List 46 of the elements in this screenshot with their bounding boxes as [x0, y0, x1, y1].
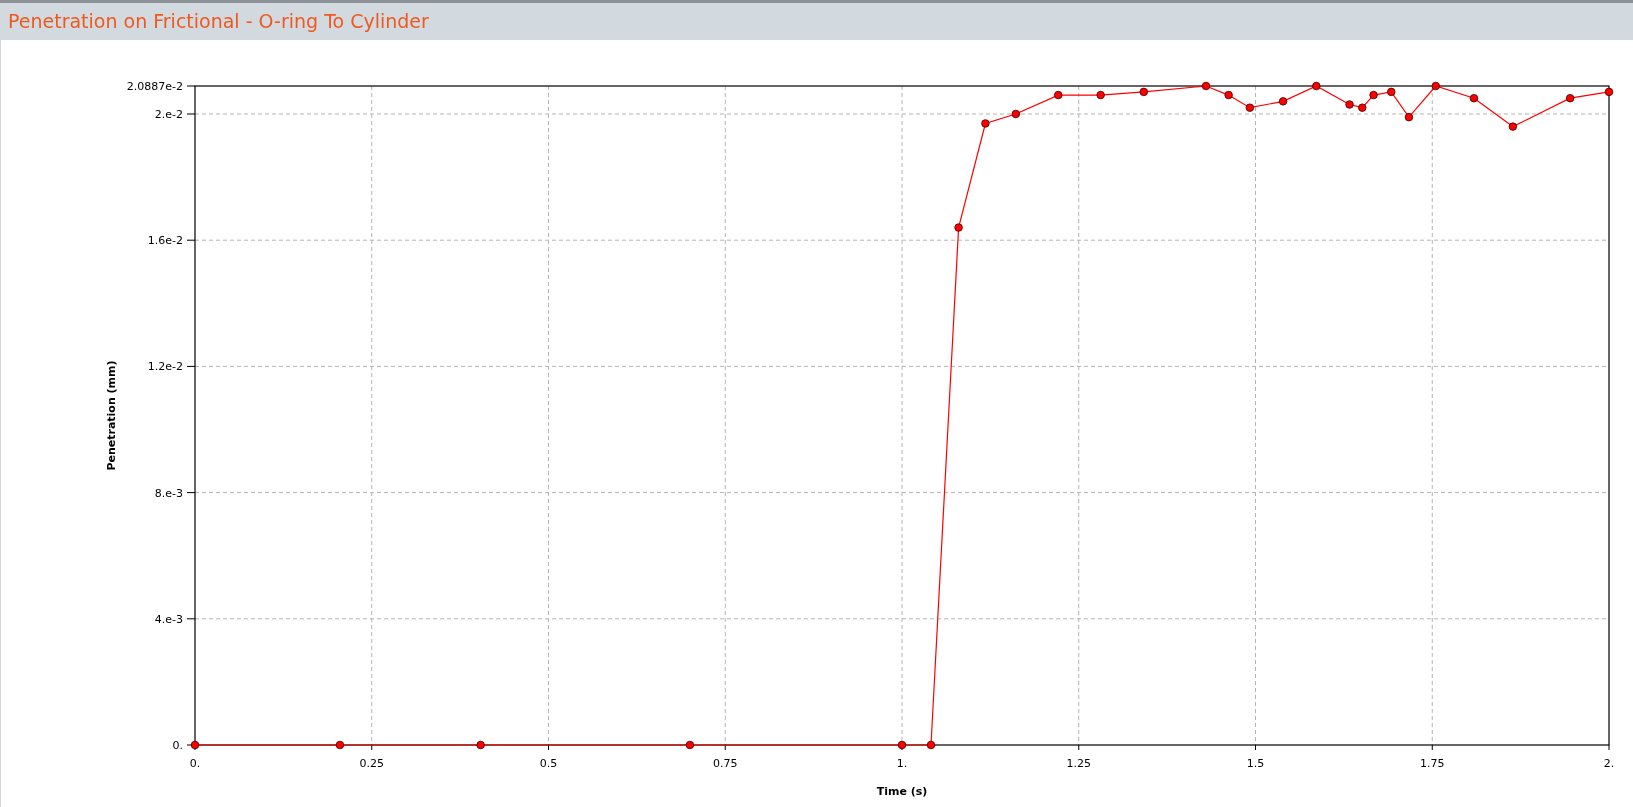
data-point	[1508, 122, 1518, 131]
data-point	[1054, 90, 1063, 100]
y-tick-label: 4.e-3	[154, 612, 183, 626]
x-tick-label: 0.75	[713, 757, 738, 770]
data-point	[1139, 87, 1148, 97]
x-tick-label: 0.	[189, 757, 201, 770]
data-point	[1404, 112, 1414, 122]
y-axis-label: Penetration (mm)	[105, 360, 118, 471]
data-point	[981, 119, 990, 128]
data-point	[926, 740, 936, 750]
data-point	[1278, 97, 1288, 106]
data-point	[1358, 103, 1367, 112]
y-tick-label: 8.e-3	[154, 486, 183, 500]
data-point	[1201, 81, 1211, 91]
y-tick-label: 2.e-2	[154, 108, 183, 121]
data-point	[1312, 81, 1321, 91]
x-tick-label: 0.5	[539, 757, 558, 770]
data-point	[190, 740, 200, 750]
data-point	[1469, 94, 1479, 103]
data-point	[1011, 109, 1021, 119]
data-point	[476, 740, 485, 750]
x-tick-label: 1.	[896, 757, 908, 770]
data-point	[1245, 103, 1255, 112]
data-point	[1387, 87, 1396, 97]
data-point	[1431, 81, 1440, 91]
x-tick-label: 2.	[1603, 757, 1615, 770]
data-point	[954, 223, 963, 232]
y-tick-label: 1.6e-2	[147, 234, 183, 248]
data-point	[1565, 94, 1575, 103]
x-tick-label: 1.75	[1420, 757, 1445, 770]
data-point	[685, 740, 695, 750]
data-point	[1345, 100, 1354, 109]
y-tick-label: 1.2e-2	[147, 360, 183, 374]
data-point	[335, 740, 345, 750]
data-point	[1224, 90, 1233, 100]
x-tick-label: 1.25	[1066, 757, 1091, 770]
data-point	[897, 740, 907, 750]
window-title: Penetration on Frictional - O-ring To Cylinder	[8, 9, 429, 35]
y-tick-label: 0.	[172, 739, 183, 752]
y-tick-label: 2.0887e-2	[126, 80, 183, 93]
x-axis-label: Time (s)	[876, 785, 928, 798]
data-point	[1604, 87, 1614, 97]
data-point	[1369, 90, 1378, 100]
x-tick-label: 0.25	[359, 757, 384, 770]
x-tick-label: 1.5	[1246, 757, 1265, 770]
data-point	[1096, 90, 1105, 100]
